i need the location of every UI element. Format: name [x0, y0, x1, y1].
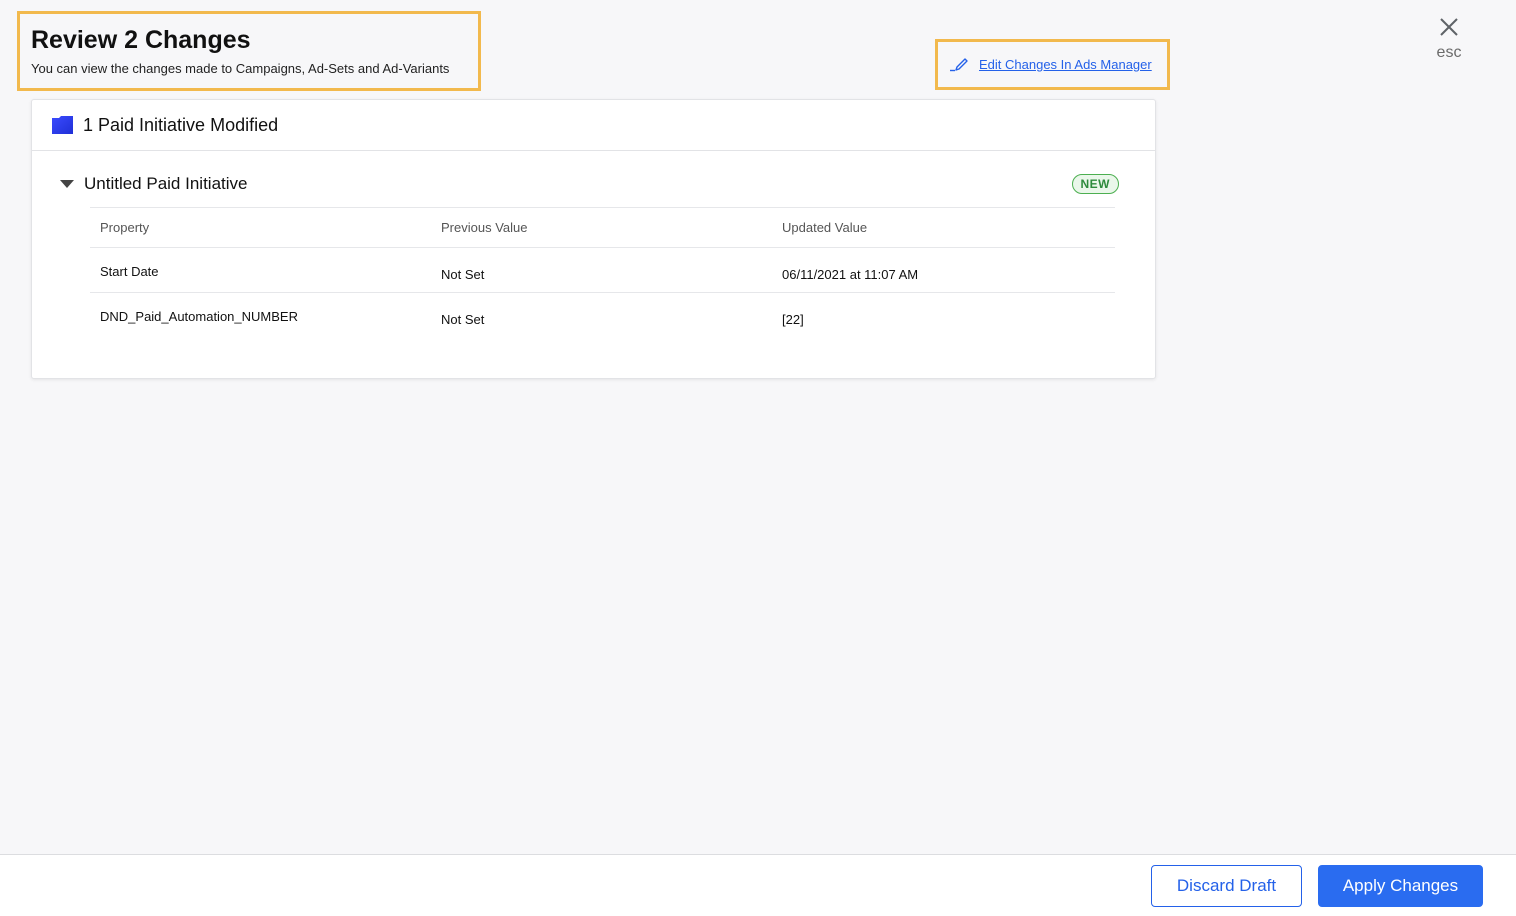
initiative-name: Untitled Paid Initiative — [84, 174, 248, 193]
initiative-toggle[interactable]: Untitled Paid Initiative — [60, 174, 247, 194]
table-row: Start Date Not Set 06/11/2021 at 11:07 A… — [90, 247, 1115, 292]
esc-label: esc — [1436, 44, 1462, 61]
table-row: DND_Paid_Automation_NUMBER Not Set [22] — [90, 292, 1115, 337]
edit-link-container: Edit Changes In Ads Manager — [935, 39, 1170, 90]
footer-bar: Discard Draft Apply Changes — [0, 854, 1516, 916]
header-title-block: Review 2 Changes You can view the change… — [17, 11, 481, 91]
updated-value-cell: 06/11/2021 at 11:07 AM — [782, 267, 919, 282]
close-icon — [1438, 16, 1460, 43]
card-header: 1 Paid Initiative Modified — [32, 100, 1155, 151]
card-title: 1 Paid Initiative Modified — [83, 114, 279, 135]
edit-link-label: Edit Changes In Ads Manager — [979, 57, 1152, 72]
column-header-property: Property — [100, 220, 150, 235]
page-subtitle: You can view the changes made to Campaig… — [31, 61, 450, 76]
column-header-previous-value: Previous Value — [441, 220, 528, 235]
close-button[interactable]: esc — [1428, 16, 1470, 64]
folder-icon — [52, 116, 73, 134]
property-cell: Start Date — [100, 264, 159, 279]
apply-changes-button[interactable]: Apply Changes — [1318, 865, 1483, 907]
property-cell: DND_Paid_Automation_NUMBER — [100, 309, 298, 324]
column-header-updated-value: Updated Value — [782, 220, 868, 235]
table-header-row: Property Previous Value Updated Value — [90, 207, 1115, 247]
updated-value-cell: [22] — [782, 312, 804, 327]
caret-down-icon — [60, 179, 74, 189]
previous-value-cell: Not Set — [441, 267, 485, 282]
changes-table: Property Previous Value Updated Value St… — [90, 207, 1115, 337]
changes-card: 1 Paid Initiative Modified Untitled Paid… — [31, 99, 1156, 379]
edit-in-ads-manager-link[interactable]: Edit Changes In Ads Manager — [949, 54, 1152, 75]
status-badge: NEW — [1071, 174, 1119, 194]
discard-draft-button[interactable]: Discard Draft — [1151, 865, 1302, 907]
page-title: Review 2 Changes — [31, 26, 251, 54]
initiative-row: Untitled Paid Initiative NEW — [60, 174, 1119, 194]
pencil-icon — [949, 54, 970, 75]
previous-value-cell: Not Set — [441, 312, 485, 327]
